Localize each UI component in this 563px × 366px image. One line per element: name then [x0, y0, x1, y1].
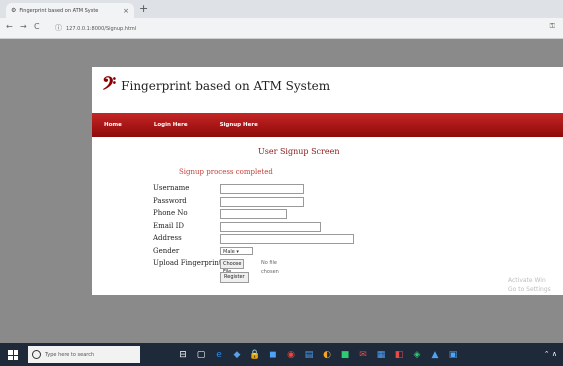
username-label: Username — [153, 184, 190, 192]
address-label: Address — [153, 234, 182, 242]
app-icon-9[interactable]: ■ — [338, 346, 352, 363]
search-circle-icon — [32, 350, 41, 359]
nav-signup-link[interactable]: Signup Here — [220, 122, 258, 128]
gender-label: Gender — [153, 246, 180, 255]
address-input[interactable] — [220, 234, 354, 244]
app-icon-14[interactable]: ▲ — [428, 346, 442, 363]
site-info-icon[interactable]: ⓘ — [55, 24, 62, 32]
watermark-line1: Activate Win — [508, 277, 546, 284]
taskbar-apps: ⊟ ▢ e ◆ 🔒 ◼ ◉ ▤ ◐ ■ ✉ ▦ ◧ ◈ ▲ ▣ — [176, 346, 460, 363]
password-input[interactable] — [220, 196, 304, 207]
url-text: 127.0.0.1:8000/Signup.html — [66, 26, 137, 32]
nav-login-link[interactable]: Login Here — [154, 122, 188, 128]
phone-input[interactable] — [220, 209, 287, 219]
app-icon-11[interactable]: ▦ — [374, 346, 388, 363]
address-bar: ← → C ⓘ 127.0.0.1:8000/Signup.html ⚿ — [0, 18, 563, 39]
gender-select[interactable]: Male ▾ — [220, 246, 253, 255]
activation-watermark: Activate Win Go to Settings — [508, 276, 551, 294]
taskbar-search-input[interactable]: Type here to search — [28, 346, 140, 363]
edge-browser-icon[interactable]: e — [212, 346, 226, 363]
tab-favicon-icon: ⚙ — [11, 7, 17, 14]
choose-file-button[interactable]: Choose File — [220, 259, 245, 275]
lock-icon[interactable]: 🔒 — [248, 346, 262, 363]
search-placeholder: Type here to search — [45, 351, 95, 358]
logo-icon: 𝄢 — [102, 73, 117, 99]
app-icon-5[interactable]: ◼ — [266, 346, 280, 363]
task-view-icon[interactable]: ⊟ — [176, 346, 190, 363]
page-card: 𝄢 Fingerprint based on ATM System Home L… — [92, 67, 563, 295]
app-icon-12[interactable]: ◧ — [392, 346, 406, 363]
status-message: Signup process completed — [179, 168, 273, 176]
tab-title: Fingerprint based on ATM Syste — [19, 7, 99, 14]
close-tab-icon[interactable]: × — [123, 7, 129, 15]
forward-icon[interactable]: → — [20, 22, 27, 31]
browser-tab-bar: ⚙ Fingerprint based on ATM Syste × + — [0, 0, 563, 18]
app-icon-1[interactable]: ▢ — [194, 346, 208, 363]
mail-icon[interactable]: ✉ — [356, 346, 370, 363]
browser-tab[interactable]: ⚙ Fingerprint based on ATM Syste × — [6, 3, 134, 18]
nav-home-link[interactable]: Home — [104, 122, 122, 128]
reload-icon[interactable]: C — [34, 22, 40, 31]
app-icon-3[interactable]: ◆ — [230, 346, 244, 363]
windows-start-icon[interactable] — [8, 350, 18, 360]
url-field[interactable]: ⓘ 127.0.0.1:8000/Signup.html — [55, 22, 545, 34]
site-title: Fingerprint based on ATM System — [121, 79, 331, 93]
phone-label: Phone No — [153, 209, 188, 217]
site-header: 𝄢 Fingerprint based on ATM System — [102, 75, 330, 97]
main-nav: Home Login Here Signup Here — [92, 113, 563, 137]
email-label: Email ID — [153, 221, 185, 230]
no-file-text: No file chosen — [261, 260, 279, 275]
password-label: Password — [153, 196, 187, 205]
key-icon[interactable]: ⚿ — [550, 22, 555, 31]
username-input[interactable] — [220, 184, 304, 194]
chrome-icon[interactable]: ◉ — [284, 346, 298, 363]
back-icon[interactable]: ← — [6, 22, 13, 31]
watermark-line2: Go to Settings — [508, 286, 551, 293]
upload-label: Upload Fingerprint — [153, 259, 222, 267]
app-icon-15[interactable]: ▣ — [446, 346, 460, 363]
new-tab-button[interactable]: + — [139, 2, 148, 15]
email-input[interactable] — [220, 221, 321, 232]
page-viewport: 𝄢 Fingerprint based on ATM System Home L… — [0, 39, 563, 343]
app-icon-13[interactable]: ◈ — [410, 346, 424, 363]
system-tray[interactable]: ⌃ ∧ — [544, 350, 557, 358]
taskbar: Type here to search ⊟ ▢ e ◆ 🔒 ◼ ◉ ▤ ◐ ■ … — [0, 343, 563, 366]
app-icon-7[interactable]: ▤ — [302, 346, 316, 363]
app-icon-8[interactable]: ◐ — [320, 346, 334, 363]
register-button[interactable]: Register — [220, 271, 249, 283]
screen-title: User Signup Screen — [258, 147, 340, 156]
